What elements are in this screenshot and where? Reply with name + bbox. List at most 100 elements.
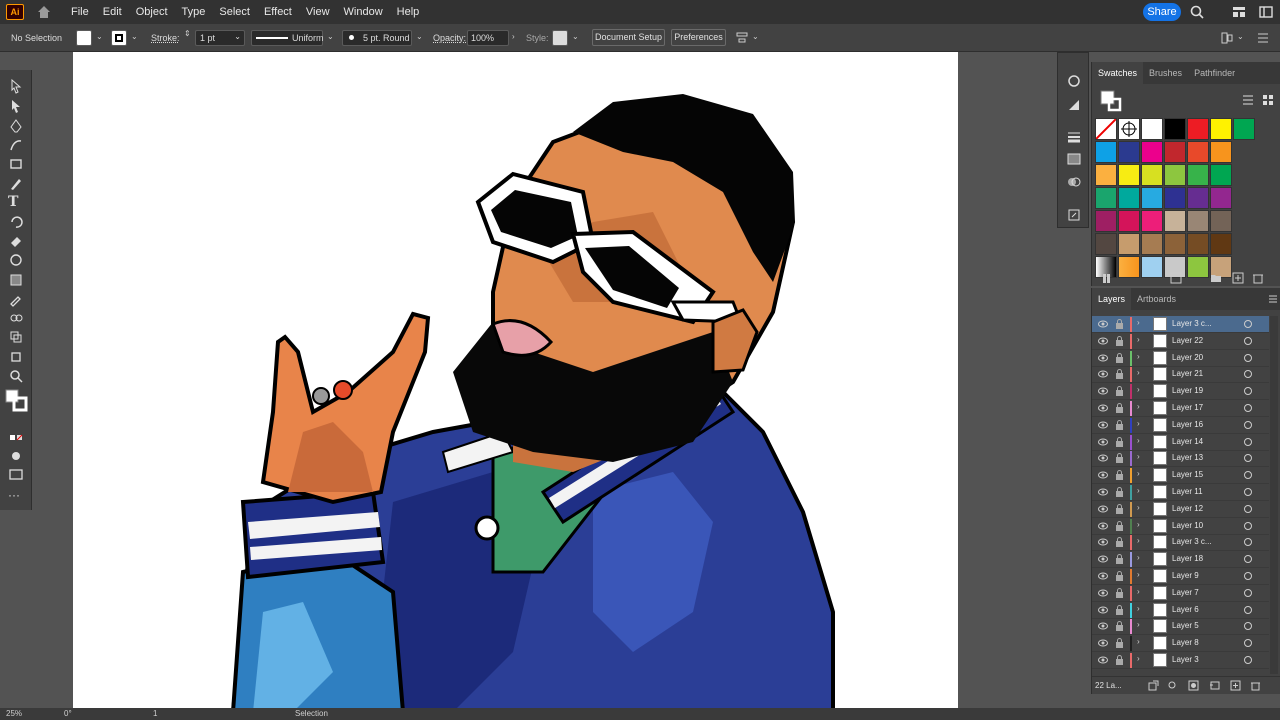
profile-dropdown-icon[interactable]: ⌄ — [327, 32, 335, 42]
swatch-libraries-icon[interactable] — [1102, 272, 1114, 284]
menu-select[interactable]: Select — [212, 0, 257, 24]
lock-icon[interactable] — [1115, 587, 1124, 598]
layer-row[interactable]: › Layer 5 — [1092, 618, 1269, 636]
lock-icon[interactable] — [1115, 638, 1124, 649]
menu-object[interactable]: Object — [129, 0, 175, 24]
shape-builder-tool-icon[interactable] — [8, 329, 24, 345]
search-icon[interactable] — [1189, 4, 1205, 20]
style-dropdown-icon[interactable]: ⌄ — [572, 32, 580, 42]
selection-tool-icon[interactable] — [8, 78, 24, 94]
fill-dropdown-icon[interactable]: ⌄ — [96, 32, 104, 42]
artboard-tool-icon[interactable] — [8, 349, 24, 365]
swatch[interactable] — [1164, 141, 1186, 163]
expand-arrow-icon[interactable]: › — [1137, 318, 1140, 327]
artboard-number[interactable]: 1 — [153, 709, 157, 718]
lock-icon[interactable] — [1115, 369, 1124, 380]
expand-arrow-icon[interactable]: › — [1137, 452, 1140, 461]
swatch[interactable] — [1141, 141, 1163, 163]
variable-width-profile[interactable]: Uniform — [251, 30, 324, 46]
swatch-black[interactable] — [1164, 118, 1186, 140]
layer-name[interactable]: Layer 3 c... — [1172, 537, 1212, 546]
layer-row[interactable]: › Layer 15 — [1092, 467, 1269, 485]
expand-arrow-icon[interactable]: › — [1137, 436, 1140, 445]
arrange-icon[interactable] — [1220, 31, 1234, 45]
expand-arrow-icon[interactable]: › — [1137, 520, 1140, 529]
asset-export-icon[interactable] — [1066, 207, 1082, 223]
locate-object-icon[interactable] — [1167, 680, 1178, 691]
type-tool-icon[interactable]: T — [8, 194, 24, 210]
layer-name[interactable]: Layer 7 — [1172, 588, 1199, 597]
swatch[interactable] — [1164, 233, 1186, 255]
swatch-none[interactable] — [1095, 118, 1117, 140]
swatch[interactable] — [1164, 210, 1186, 232]
swatch[interactable] — [1118, 164, 1140, 186]
stroke-label[interactable]: Stroke: — [151, 33, 180, 43]
lock-icon[interactable] — [1115, 503, 1124, 514]
swatch[interactable] — [1118, 187, 1140, 209]
preferences-button[interactable]: Preferences — [671, 29, 726, 46]
layer-name[interactable]: Layer 17 — [1172, 403, 1203, 412]
expand-arrow-icon[interactable]: › — [1137, 570, 1140, 579]
layer-row[interactable]: › Layer 14 — [1092, 434, 1269, 451]
expand-arrow-icon[interactable]: › — [1137, 402, 1140, 411]
swatch[interactable] — [1187, 187, 1209, 209]
visibility-eye-icon[interactable] — [1098, 638, 1108, 648]
layer-name[interactable]: Layer 10 — [1172, 521, 1203, 530]
paintbrush-tool-icon[interactable] — [8, 176, 24, 192]
layer-name[interactable]: Layer 3 c... — [1172, 319, 1212, 328]
visibility-eye-icon[interactable] — [1098, 453, 1108, 463]
opacity-label[interactable]: Opacity: — [433, 33, 466, 43]
layer-name[interactable]: Layer 13 — [1172, 453, 1203, 462]
menu-file[interactable]: File — [64, 0, 96, 24]
pen-tool-icon[interactable] — [8, 118, 24, 134]
color-mode-icon[interactable] — [8, 430, 24, 446]
swatch[interactable] — [1095, 164, 1117, 186]
target-icon[interactable] — [1244, 336, 1252, 345]
target-icon[interactable] — [1244, 488, 1252, 496]
share-button[interactable]: Share — [1143, 3, 1181, 21]
target-icon[interactable] — [1244, 656, 1252, 664]
swatch[interactable] — [1095, 210, 1117, 232]
layer-row[interactable]: › Layer 3 c... — [1092, 316, 1269, 333]
layer-name[interactable]: Layer 9 — [1172, 571, 1199, 580]
swatch-registration[interactable] — [1118, 118, 1140, 140]
new-sublayer-icon[interactable] — [1209, 680, 1220, 691]
visibility-eye-icon[interactable] — [1098, 336, 1108, 346]
layer-row[interactable]: › Layer 7 — [1092, 585, 1269, 602]
align-dropdown-icon[interactable]: ⌄ — [752, 32, 760, 42]
expand-arrow-icon[interactable]: › — [1137, 536, 1140, 545]
tab-pathfinder[interactable]: Pathfinder — [1188, 62, 1241, 84]
workspace-switcher-icon[interactable] — [1231, 4, 1247, 20]
visibility-eye-icon[interactable] — [1098, 537, 1108, 547]
tab-brushes[interactable]: Brushes — [1143, 62, 1188, 84]
more-tools-icon[interactable]: ··· — [8, 488, 24, 504]
opacity-field[interactable]: 100% — [467, 30, 509, 46]
layer-name[interactable]: Layer 22 — [1172, 336, 1203, 345]
lock-icon[interactable] — [1115, 453, 1124, 464]
swatch-yellow[interactable] — [1210, 118, 1232, 140]
visibility-eye-icon[interactable] — [1098, 521, 1108, 531]
layer-name[interactable]: Layer 14 — [1172, 437, 1203, 446]
zoom-tool-icon[interactable] — [8, 368, 24, 384]
menu-window[interactable]: Window — [337, 0, 390, 24]
swatch[interactable] — [1141, 210, 1163, 232]
eyedropper-tool-icon[interactable] — [8, 291, 24, 307]
lock-icon[interactable] — [1115, 537, 1124, 548]
expand-arrow-icon[interactable]: › — [1137, 503, 1140, 512]
target-icon[interactable] — [1244, 639, 1252, 648]
visibility-eye-icon[interactable] — [1098, 605, 1108, 615]
menu-help[interactable]: Help — [390, 0, 427, 24]
expand-arrow-icon[interactable]: › — [1137, 486, 1140, 495]
target-icon[interactable] — [1244, 521, 1252, 530]
layer-row[interactable]: › Layer 11 — [1092, 484, 1269, 501]
graphic-style-swatch[interactable] — [552, 30, 568, 46]
lock-icon[interactable] — [1115, 419, 1124, 430]
layer-row[interactable]: › Layer 8 — [1092, 635, 1269, 653]
lock-icon[interactable] — [1115, 335, 1124, 346]
direct-selection-tool-icon[interactable] — [8, 98, 24, 114]
layer-name[interactable]: Layer 15 — [1172, 470, 1203, 479]
artboard[interactable] — [73, 52, 958, 708]
target-icon[interactable] — [1244, 454, 1252, 463]
target-icon[interactable] — [1244, 320, 1252, 328]
lock-icon[interactable] — [1115, 604, 1124, 615]
